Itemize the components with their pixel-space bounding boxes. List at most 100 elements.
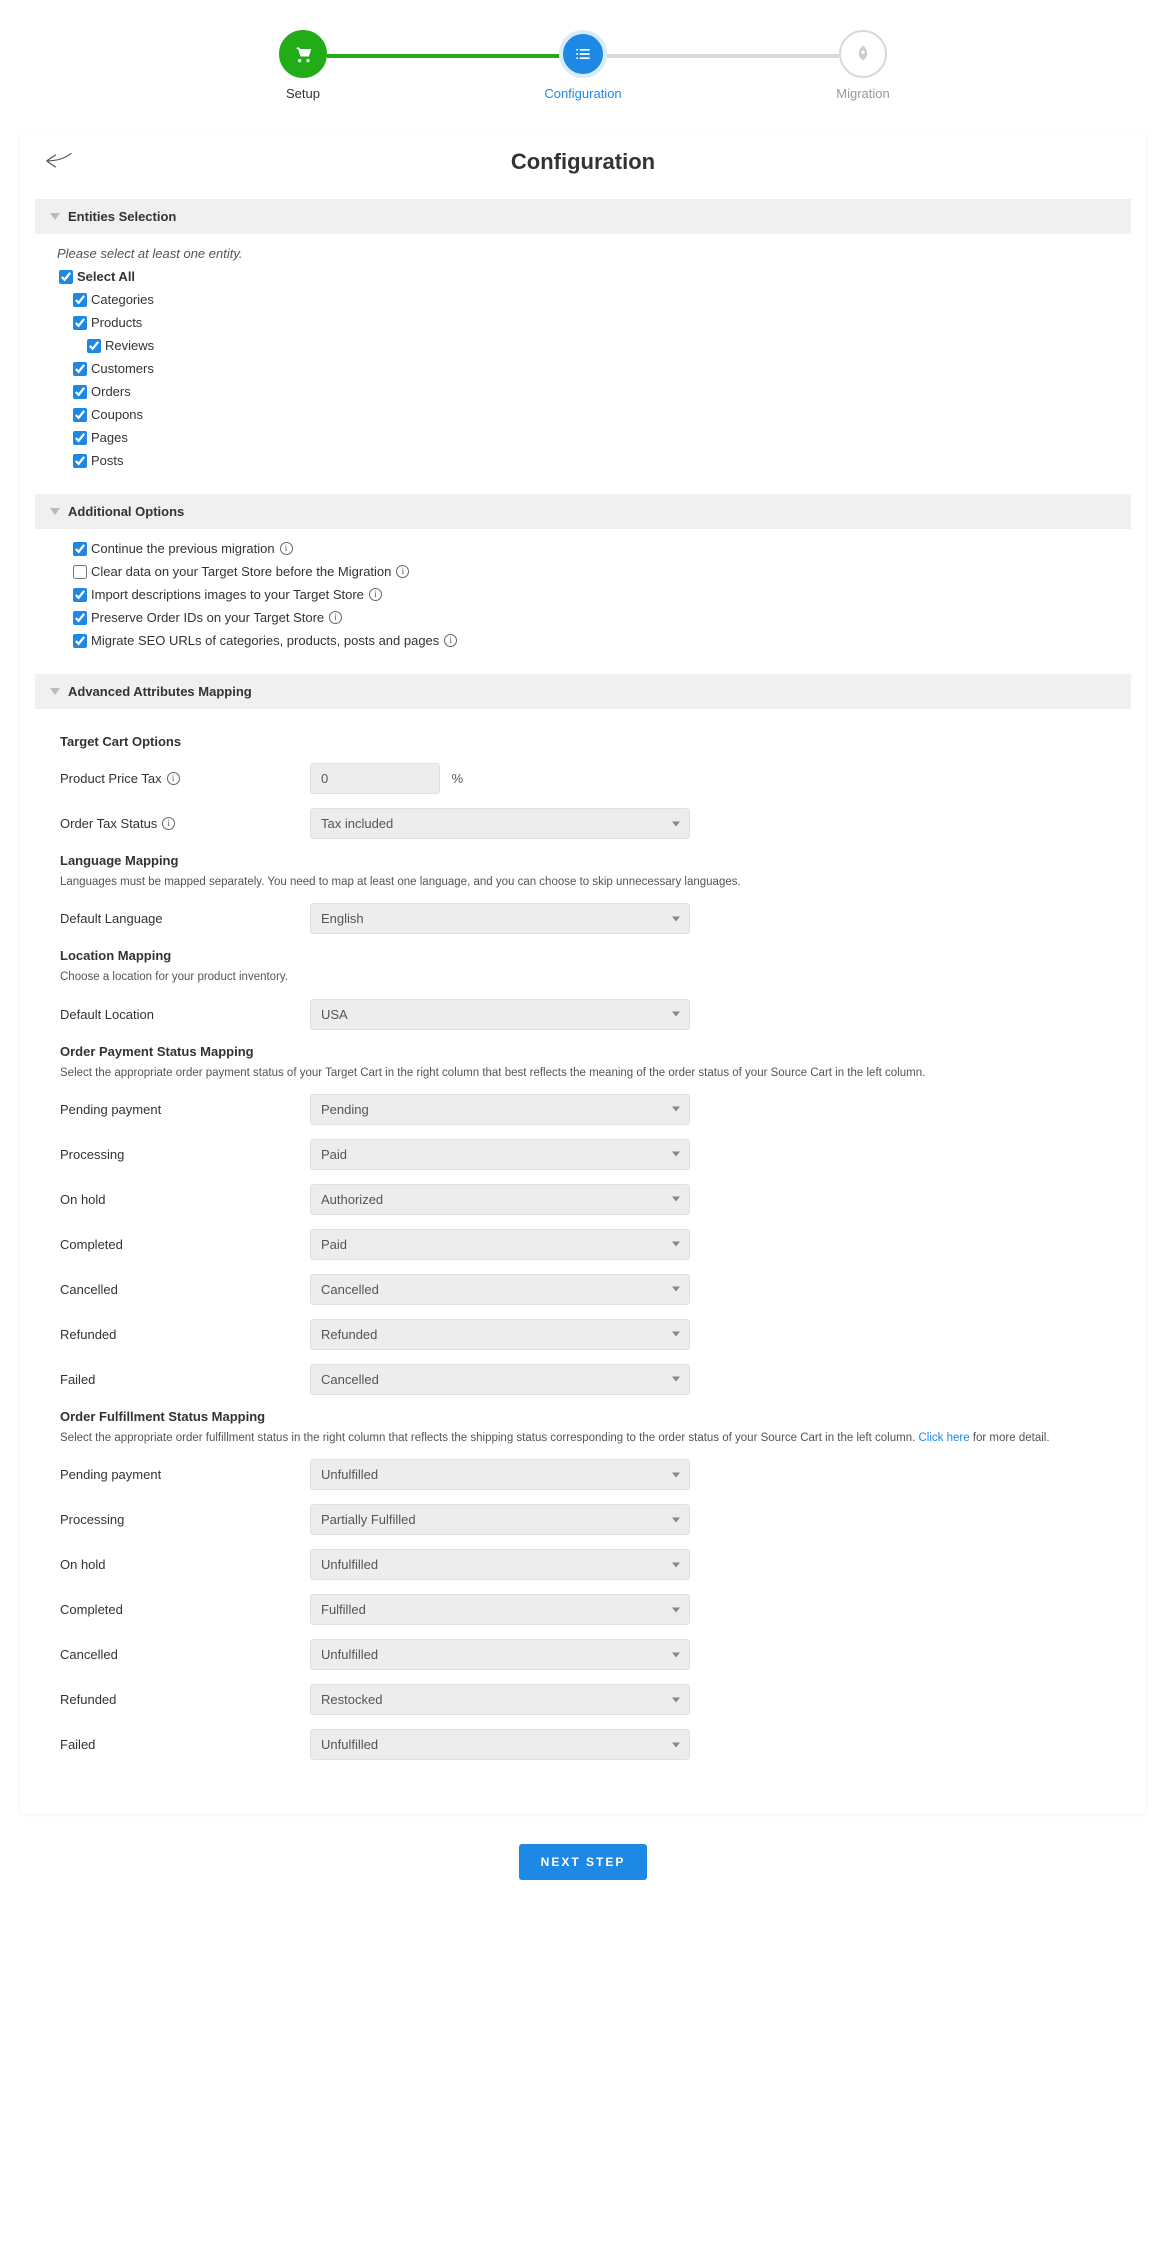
step-setup[interactable]: Setup [163,30,443,101]
default-lang-label: Default Language [60,911,310,926]
section-options-title: Additional Options [68,504,184,519]
chk-coupons[interactable] [73,408,87,422]
step-configuration[interactable]: Configuration [443,30,723,101]
select-all-checkbox[interactable] [59,270,73,284]
fulfillment-status-select[interactable]: Unfulfilled [310,1639,690,1670]
option-label[interactable]: Import descriptions images to your Targe… [91,587,364,602]
payment-status-row: CompletedPaid [60,1229,1106,1260]
entities-hint: Please select at least one entity. [57,246,1121,261]
payment-title: Order Payment Status Mapping [60,1044,1106,1059]
order-tax-select[interactable]: Tax included [310,808,690,839]
price-tax-input[interactable] [310,763,440,794]
option-row: Migrate SEO URLs of categories, products… [73,633,1121,648]
fulfillment-status-row: ProcessingPartially Fulfilled [60,1504,1106,1535]
payment-status-select[interactable]: Paid [310,1139,690,1170]
option-label[interactable]: Migrate SEO URLs of categories, products… [91,633,439,648]
fulfillment-status-label: Processing [60,1512,310,1527]
payment-status-select[interactable]: Pending [310,1094,690,1125]
payment-status-select[interactable]: Refunded [310,1319,690,1350]
price-tax-label: Product Price Tax [60,771,162,786]
page-title: Configuration [45,149,1121,175]
payment-status-select[interactable]: Cancelled [310,1364,690,1395]
fulfillment-status-select[interactable]: Partially Fulfilled [310,1504,690,1535]
fulfillment-status-select[interactable]: Restocked [310,1684,690,1715]
payment-desc: Select the appropriate order payment sta… [60,1065,1106,1082]
click-here-link[interactable]: Click here [918,1432,969,1444]
fulfillment-status-select[interactable]: Fulfilled [310,1594,690,1625]
payment-status-label: Pending payment [60,1102,310,1117]
step-migration[interactable]: Migration [723,30,1003,101]
fulfillment-status-select[interactable]: Unfulfilled [310,1729,690,1760]
chk-orders[interactable] [73,385,87,399]
chevron-down-icon [50,213,60,220]
default-lang-select[interactable]: English [310,903,690,934]
fulfillment-status-select[interactable]: Unfulfilled [310,1549,690,1580]
default-loc-label: Default Location [60,1007,310,1022]
chk-customers[interactable] [73,362,87,376]
option-checkbox[interactable] [73,634,87,648]
fulfillment-status-label: On hold [60,1557,310,1572]
chk-products[interactable] [73,316,87,330]
option-checkbox[interactable] [73,542,87,556]
fulfillment-status-select[interactable]: Unfulfilled [310,1459,690,1490]
info-icon[interactable]: i [167,772,180,785]
payment-status-select[interactable]: Cancelled [310,1274,690,1305]
payment-status-select[interactable]: Authorized [310,1184,690,1215]
pct-label: % [452,771,464,786]
payment-status-label: Completed [60,1237,310,1252]
chk-pages[interactable] [73,431,87,445]
option-row: Clear data on your Target Store before t… [73,564,1121,579]
option-label[interactable]: Clear data on your Target Store before t… [91,564,391,579]
section-options-header[interactable]: Additional Options [35,494,1131,529]
info-icon[interactable]: i [444,634,457,647]
section-mapping-title: Advanced Attributes Mapping [68,684,252,699]
config-card: Configuration Entities Selection Please … [20,131,1146,1814]
payment-status-row: ProcessingPaid [60,1139,1106,1170]
chevron-down-icon [50,688,60,695]
option-label[interactable]: Continue the previous migration [91,541,275,556]
fulfillment-status-row: CompletedFulfilled [60,1594,1106,1625]
fulfillment-status-row: Pending paymentUnfulfilled [60,1459,1106,1490]
payment-status-row: Pending paymentPending [60,1094,1106,1125]
option-row: Preserve Order IDs on your Target Store i [73,610,1121,625]
step-label-config: Configuration [544,86,621,101]
language-desc: Languages must be mapped separately. You… [60,874,1106,891]
target-cart-title: Target Cart Options [60,734,1106,749]
list-icon [559,30,607,78]
select-all-label[interactable]: Select All [77,269,135,284]
payment-status-label: Refunded [60,1327,310,1342]
fulfillment-desc: Select the appropriate order fulfillment… [60,1430,1106,1447]
payment-status-label: On hold [60,1192,310,1207]
rocket-icon [839,30,887,78]
fulfillment-title: Order Fulfillment Status Mapping [60,1409,1106,1424]
payment-status-row: CancelledCancelled [60,1274,1106,1305]
chk-reviews[interactable] [87,339,101,353]
option-row: Continue the previous migration i [73,541,1121,556]
select-all-row: Select All [59,269,1121,284]
cart-icon [279,30,327,78]
language-title: Language Mapping [60,853,1106,868]
info-icon[interactable]: i [162,817,175,830]
chk-posts[interactable] [73,454,87,468]
next-step-button[interactable]: NEXT STEP [519,1844,648,1880]
section-entities-title: Entities Selection [68,209,176,224]
step-label-setup: Setup [286,86,320,101]
section-entities-header[interactable]: Entities Selection [35,199,1131,234]
info-icon[interactable]: i [369,588,382,601]
info-icon[interactable]: i [329,611,342,624]
payment-status-label: Processing [60,1147,310,1162]
payment-status-select[interactable]: Paid [310,1229,690,1260]
back-arrow-icon[interactable] [45,151,73,174]
default-loc-select[interactable]: USA [310,999,690,1030]
option-checkbox[interactable] [73,565,87,579]
section-mapping-header[interactable]: Advanced Attributes Mapping [35,674,1131,709]
option-label[interactable]: Preserve Order IDs on your Target Store [91,610,324,625]
chk-categories[interactable] [73,293,87,307]
info-icon[interactable]: i [280,542,293,555]
option-checkbox[interactable] [73,611,87,625]
option-checkbox[interactable] [73,588,87,602]
fulfillment-status-label: Completed [60,1602,310,1617]
location-title: Location Mapping [60,948,1106,963]
payment-status-row: On holdAuthorized [60,1184,1106,1215]
info-icon[interactable]: i [396,565,409,578]
